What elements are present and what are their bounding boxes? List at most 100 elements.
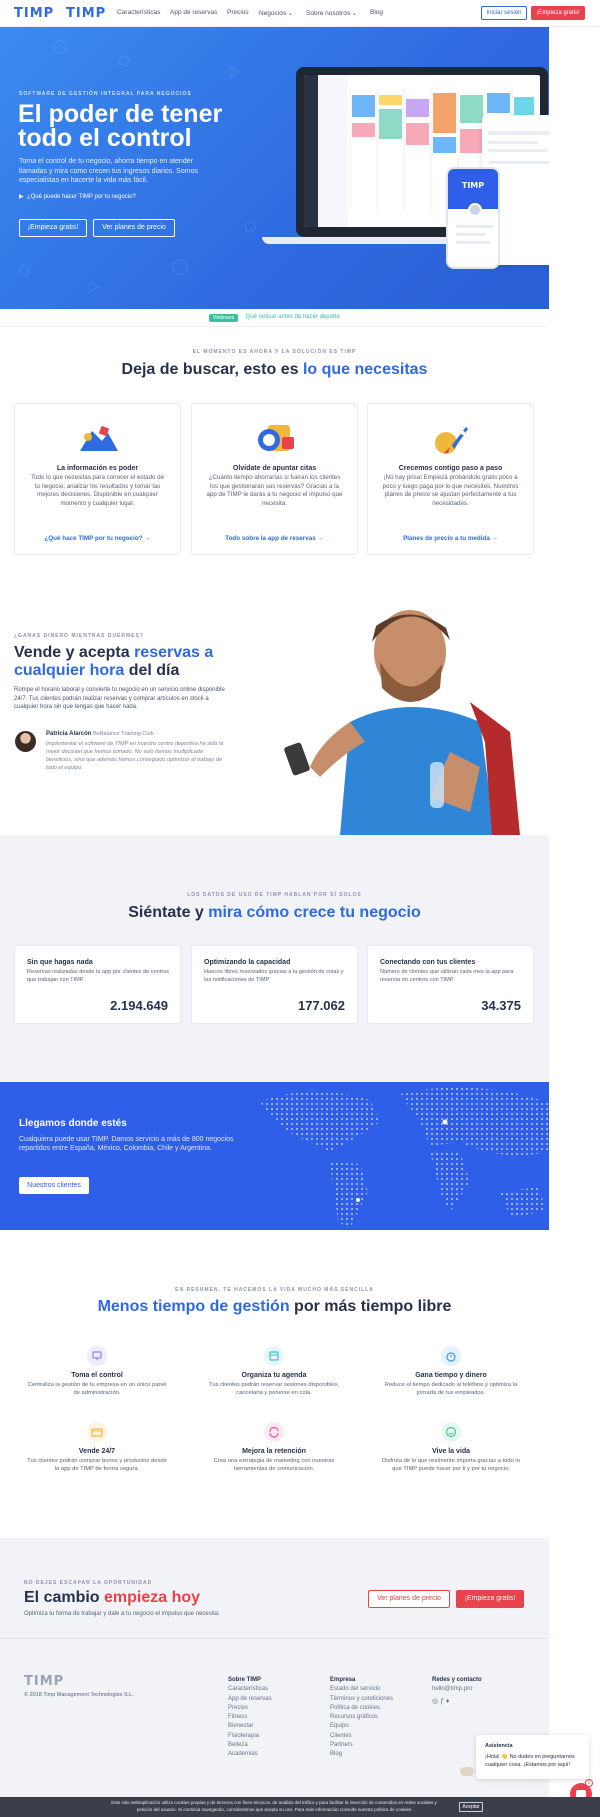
map-description: Cualquiera puede usar TIMP. Damos servic… bbox=[19, 1136, 234, 1152]
chat-popup[interactable]: Asistencia ¡Hola! 👋 No dudes en pregunta… bbox=[476, 1735, 589, 1779]
footer-link[interactable]: Partners bbox=[330, 1741, 393, 1750]
nav-link-app[interactable]: App de reservas bbox=[170, 9, 217, 16]
card-description: Todo lo que necesitas para conocer el es… bbox=[30, 474, 165, 507]
cta-description: Optimiza tu forma de trabajar y dale a t… bbox=[24, 1611, 220, 1617]
cta-pricing-button[interactable]: Ver planes de precio bbox=[368, 1590, 450, 1608]
cookie-text: Este sitio web/aplicación utiliza cookie… bbox=[111, 1800, 437, 1812]
stats-section: LOS DATOS DE USO DE TIMP HABLAN POR SÍ S… bbox=[0, 835, 549, 1082]
card-description: ¿Cuánto tiempo ahorrarías si fueran los … bbox=[206, 474, 343, 507]
testimonial-quote: Implementar el software de TIMP en nuest… bbox=[46, 741, 224, 771]
card-link[interactable]: ¿Qué hace TIMP por tu negocio? → bbox=[15, 535, 180, 542]
benefit-item: Mejora la retención Crea una estrategia … bbox=[189, 1422, 359, 1473]
cta-eyebrow: NO DEJES ESCAPAR LA OPORTUNIDAD bbox=[24, 1580, 153, 1586]
cookie-accept-button[interactable]: Aceptar bbox=[459, 1802, 483, 1812]
hero-pricing-button[interactable]: Ver planes de precio bbox=[93, 219, 175, 237]
footer-link[interactable]: Características bbox=[228, 1685, 272, 1694]
card-link[interactable]: Todo sobre la app de reservas → bbox=[192, 535, 357, 542]
stopwatch-icon bbox=[441, 1346, 461, 1366]
footer-link[interactable]: Estado del servicio bbox=[330, 1685, 393, 1694]
clients-button[interactable]: Nuestros clientes bbox=[19, 1177, 89, 1194]
stat-value: 177.062 bbox=[298, 998, 345, 1013]
phone-logo: TIMP bbox=[461, 181, 485, 190]
cta-section: NO DEJES ESCAPAR LA OPORTUNIDAD El cambi… bbox=[0, 1538, 549, 1638]
footer-link[interactable]: Clientes bbox=[330, 1732, 393, 1741]
twitter-icon[interactable]: ♦ bbox=[446, 1698, 450, 1705]
nav-link-sobre[interactable]: Sobre nosotros ⌄ bbox=[306, 9, 357, 17]
stat-value: 34.375 bbox=[481, 998, 521, 1013]
footer-logo[interactable]: TIMP bbox=[24, 1674, 64, 1689]
hero-signup-button[interactable]: ¡Empieza gratis! bbox=[19, 219, 87, 237]
credit-card-icon bbox=[87, 1422, 107, 1442]
hero-eyebrow: SOFTWARE DE GESTIÓN INTEGRAL PARA NEGOCI… bbox=[19, 91, 192, 97]
footer-link[interactable]: Fisioterapia bbox=[228, 1732, 272, 1741]
monitor-icon bbox=[87, 1346, 107, 1366]
announcement-text[interactable]: Qué revisar antes de hacer deporte bbox=[246, 314, 340, 320]
sell-description: Rompe el horario laboral y convierte tu … bbox=[14, 687, 225, 710]
login-button[interactable]: Iniciar sesión bbox=[481, 6, 527, 20]
signup-button[interactable]: ¡Empieza gratis! bbox=[531, 6, 585, 20]
footer-copyright: © 2018 Timp Management Technologies S.L. bbox=[24, 1692, 134, 1698]
card-description: ¡No hay prisa! Empieza probándolo gratis… bbox=[382, 474, 519, 507]
footer-link[interactable]: Belleza bbox=[228, 1741, 272, 1750]
cta-title: El cambio empieza hoy bbox=[24, 1589, 201, 1606]
hero-video-link[interactable]: ▶ ¿Qué puede hacer TIMP por tu negocio? bbox=[19, 193, 136, 200]
nav-link-caracteristicas[interactable]: Características bbox=[117, 9, 160, 16]
announcement-badge: Webinars bbox=[209, 314, 239, 322]
play-icon: ▶ bbox=[19, 194, 24, 200]
footer-link[interactable]: Recursos gráficos bbox=[330, 1713, 393, 1722]
world-map-dots-graphic bbox=[260, 1087, 549, 1228]
sell-title: Vende y acepta reservas a cualquier hora… bbox=[14, 644, 214, 679]
nav-link-precios[interactable]: Precios bbox=[227, 9, 249, 16]
nav-link-blog[interactable]: Blog bbox=[370, 9, 383, 16]
footer-link[interactable]: Academias bbox=[228, 1750, 272, 1759]
benefit-item: Toma el control Centraliza la gestión de… bbox=[12, 1346, 182, 1397]
instagram-icon[interactable]: ◎ bbox=[432, 1698, 438, 1705]
chevron-down-icon: ⌄ bbox=[287, 10, 294, 17]
feature-card-growth: Crecemos contigo paso a paso ¡No hay pri… bbox=[367, 403, 534, 555]
feature-card-appointments: Olvídate de apuntar citas ¿Cuánto tiempo… bbox=[191, 403, 358, 555]
card-link[interactable]: Planes de precio a tu medida → bbox=[368, 535, 533, 542]
benefits-title: Menos tiempo de gestión por más tiempo l… bbox=[97, 1298, 452, 1315]
social-icons: ◎ ƒ ♦ bbox=[432, 1697, 482, 1706]
feature-card-info: La información es poder Todo lo que nece… bbox=[14, 403, 181, 555]
stat-value: 2.194.649 bbox=[110, 998, 168, 1013]
facebook-icon[interactable]: ƒ bbox=[440, 1698, 444, 1705]
avatar bbox=[15, 731, 36, 752]
footer-link[interactable]: Precios bbox=[228, 1704, 272, 1713]
benefit-item: Vende 24/7 Tus clientes podrán comprar b… bbox=[12, 1422, 182, 1473]
cookie-banner: Este sitio web/aplicación utiliza cookie… bbox=[0, 1797, 600, 1817]
refresh-icon bbox=[264, 1422, 284, 1442]
footer-col-company: Empresa Estado del servicio Términos y c… bbox=[330, 1676, 393, 1760]
footer-link[interactable]: Fitness bbox=[228, 1713, 272, 1722]
stat-description: Reservas realizadas desde la app por cli… bbox=[27, 969, 170, 983]
map-title: Llegamos donde estés bbox=[19, 1118, 127, 1129]
stat-card-capacity: Optimizando la capacidad Huecos libres r… bbox=[191, 945, 358, 1024]
benefit-item: Gana tiempo y dinero Reduce el tiempo de… bbox=[366, 1346, 536, 1397]
map-section: Llegamos donde estés Cualquiera puede us… bbox=[0, 1082, 549, 1230]
top-nav: TIMP TIMP Características App de reserva… bbox=[0, 0, 600, 27]
benefit-item: Vive la vida Disfruta de lo que realment… bbox=[366, 1422, 536, 1473]
cta-signup-button[interactable]: ¡Empieza gratis! bbox=[456, 1590, 524, 1608]
footer-link[interactable]: Blog bbox=[330, 1750, 393, 1759]
sell-eyebrow: ¿GANAS DINERO MIENTRAS DUERMES? bbox=[14, 633, 144, 639]
logo[interactable]: TIMP bbox=[14, 6, 54, 21]
stats-title: Siéntate y mira cómo crece tu negocio bbox=[128, 904, 421, 921]
stat-card-bookings: Sin que hagas nada Reservas realizadas d… bbox=[14, 945, 181, 1024]
logo-alt[interactable]: TIMP bbox=[66, 6, 106, 21]
footer-link[interactable]: Términos y condiciones bbox=[330, 1695, 393, 1704]
footer-link[interactable]: App de reservas bbox=[228, 1695, 272, 1704]
announcement-strip[interactable]: Webinars Qué revisar antes de hacer depo… bbox=[0, 309, 549, 327]
nav-link-negocios[interactable]: Negocios ⌄ bbox=[259, 9, 293, 17]
footer-link[interactable]: Bienestar bbox=[228, 1722, 272, 1731]
phone-mockup: TIMP bbox=[446, 167, 500, 269]
chat-unread-badge: 1 bbox=[585, 1779, 593, 1787]
stats-eyebrow: LOS DATOS DE USO DE TIMP HABLAN POR SÍ S… bbox=[187, 892, 362, 898]
footer-link[interactable]: Política de cookies bbox=[330, 1704, 393, 1713]
features-eyebrow: EL MOMENTO ES AHORA Y LA SOLUCIÓN ES TIM… bbox=[192, 349, 357, 355]
footer-email-link[interactable]: hello@timp.pro bbox=[432, 1685, 482, 1694]
calendar-icon bbox=[264, 1346, 284, 1366]
stat-card-clients: Conectando con tus clientes Número de cl… bbox=[367, 945, 534, 1024]
footer-link[interactable]: Equipo bbox=[330, 1722, 393, 1731]
card-title: La información es poder bbox=[56, 465, 139, 472]
card-title: Crecemos contigo paso a paso bbox=[398, 465, 503, 472]
